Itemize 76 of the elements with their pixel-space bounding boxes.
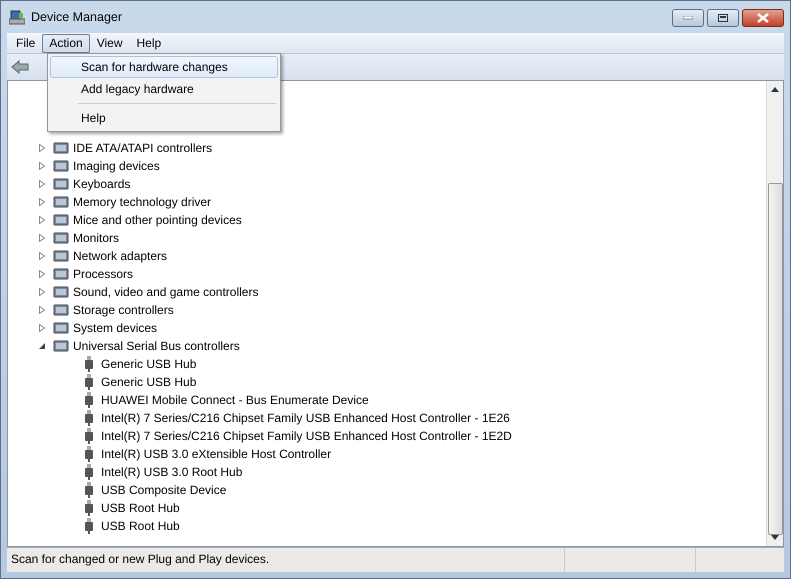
menu-item[interactable]: Help	[50, 107, 278, 129]
tree-item[interactable]: Generic USB Hub	[101, 375, 196, 389]
tree-item[interactable]: Sound, video and game controllers	[73, 285, 258, 299]
device-icon	[53, 321, 69, 335]
vertical-scrollbar[interactable]	[766, 81, 783, 546]
usb-plug-icon	[84, 428, 94, 444]
device-icon	[53, 339, 69, 353]
tree-item[interactable]: Universal Serial Bus controllers	[73, 339, 240, 353]
tree-item[interactable]: IDE ATA/ATAPI controllers	[73, 141, 212, 155]
close-button[interactable]	[742, 9, 784, 27]
usb-plug-icon	[84, 518, 94, 534]
expand-arrow-icon[interactable]	[38, 198, 46, 206]
device-icon	[53, 195, 69, 209]
expand-arrow-icon[interactable]	[38, 288, 46, 296]
maximize-icon	[718, 14, 728, 22]
tree-item[interactable]: USB Root Hub	[101, 501, 180, 515]
tree-item[interactable]: Intel(R) USB 3.0 Root Hub	[101, 465, 242, 479]
usb-plug-icon	[84, 410, 94, 426]
device-icon	[53, 213, 69, 227]
minimize-button[interactable]	[672, 9, 704, 27]
usb-plug-icon	[84, 482, 94, 498]
back-arrow-icon[interactable]	[11, 60, 29, 74]
tree-item[interactable]: HUAWEI Mobile Connect - Bus Enumerate Device	[101, 393, 369, 407]
tree-item[interactable]: Imaging devices	[73, 159, 160, 173]
expand-arrow-icon[interactable]	[38, 162, 46, 170]
tree-item[interactable]: Monitors	[73, 231, 120, 245]
menu-item[interactable]: Scan for hardware changes	[50, 56, 278, 78]
expand-arrow-icon[interactable]	[38, 216, 46, 224]
menu-item[interactable]: Help	[130, 34, 168, 52]
close-icon	[757, 13, 769, 23]
device-icon	[53, 177, 69, 191]
usb-plug-icon	[84, 392, 94, 408]
expand-arrow-icon[interactable]	[38, 144, 46, 152]
tree-item[interactable]: Storage controllers	[73, 303, 174, 317]
usb-plug-icon	[84, 500, 94, 516]
usb-plug-icon	[84, 464, 94, 480]
device-icon	[53, 285, 69, 299]
expand-arrow-icon[interactable]	[38, 306, 46, 314]
maximize-button[interactable]	[707, 9, 739, 27]
device-icon	[53, 231, 69, 245]
device-icon	[53, 267, 69, 281]
tree-item[interactable]: Network adapters	[73, 249, 168, 263]
collapse-arrow-icon[interactable]	[38, 342, 46, 350]
tree-item[interactable]: Intel(R) 7 Series/C216 Chipset Family USB Enhanced Host Controller - 1E2D	[101, 429, 512, 443]
device-icon	[53, 159, 69, 173]
status-text: Scan for changed or new Plug and Play devices.	[10, 551, 270, 568]
window-title: Device Manager	[31, 10, 122, 24]
tree-item[interactable]: USB Composite Device	[101, 483, 226, 497]
computer-icon	[9, 9, 25, 25]
menu-item[interactable]: File	[9, 34, 42, 52]
device-icon	[53, 303, 69, 317]
usb-plug-icon	[84, 356, 94, 372]
tree-item[interactable]: Processors	[73, 267, 134, 281]
device-icon	[53, 141, 69, 155]
menu-item[interactable]: View	[90, 34, 130, 52]
menu-item[interactable]: Action	[42, 34, 90, 52]
tree-item[interactable]: Intel(R) 7 Series/C216 Chipset Family USB Enhanced Host Controller - 1E26	[101, 411, 510, 425]
tree-item[interactable]: USB Root Hub	[101, 519, 180, 533]
scroll-up-icon[interactable]	[771, 87, 779, 92]
tree-item[interactable]: Keyboards	[73, 177, 130, 191]
expand-arrow-icon[interactable]	[38, 180, 46, 188]
tree-item[interactable]: Memory technology driver	[73, 195, 212, 209]
usb-plug-icon	[84, 374, 94, 390]
device-icon	[53, 249, 69, 263]
expand-arrow-icon[interactable]	[38, 234, 46, 242]
scroll-thumb[interactable]	[768, 183, 782, 535]
tree-item[interactable]: Mice and other pointing devices	[73, 213, 242, 227]
menu-item[interactable]: Add legacy hardware	[50, 78, 278, 100]
expand-arrow-icon[interactable]	[38, 252, 46, 260]
minimize-icon	[683, 16, 693, 20]
usb-plug-icon	[84, 446, 94, 462]
expand-arrow-icon[interactable]	[38, 324, 46, 332]
tree-item[interactable]: Intel(R) USB 3.0 eXtensible Host Controller	[101, 447, 332, 461]
tree-item[interactable]: System devices	[73, 321, 158, 335]
expand-arrow-icon[interactable]	[38, 270, 46, 278]
tree-item[interactable]: Generic USB Hub	[101, 357, 196, 371]
